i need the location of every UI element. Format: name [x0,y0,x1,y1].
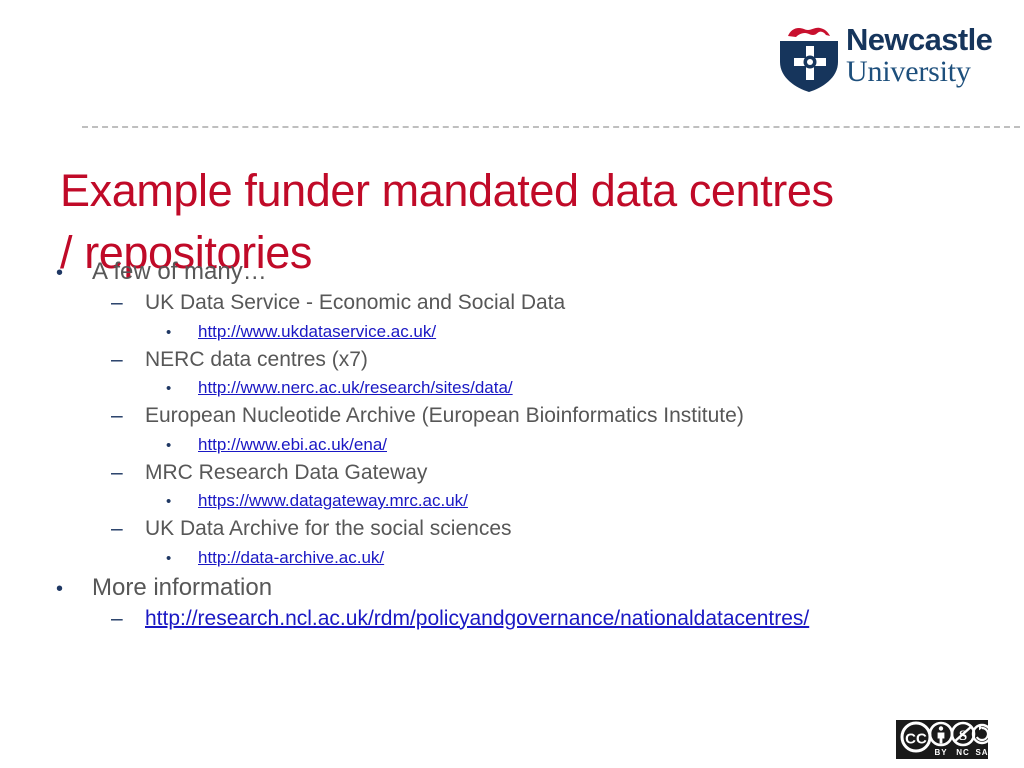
university-shield-icon [778,22,840,94]
hyperlink[interactable]: http://www.ebi.ac.uk/ena/ [198,431,387,458]
dot-bullet-icon: • [166,323,172,341]
dash-bullet-icon: – [111,460,123,484]
svg-text:NC: NC [956,748,970,757]
list-item: – European Nucleotide Archive (European B… [56,402,996,431]
newcastle-university-logo: Newcastle University [778,22,1000,94]
list-item: – NERC data centres (x7) [56,346,996,375]
svg-text:SA: SA [975,748,988,757]
hyperlink[interactable]: http://research.ncl.ac.uk/rdm/policyandg… [145,605,809,634]
list-item: – UK Data Archive for the social sciences [56,515,996,544]
dot-bullet-icon: • [166,436,172,454]
list-item: • https://www.datagateway.mrc.ac.uk/ [56,487,996,515]
list-item-label: MRC Research Data Gateway [145,460,428,484]
dash-bullet-icon: – [111,404,123,427]
list-item-label: UK Data Archive for the social sciences [145,517,512,540]
dash-bullet-icon: – [111,347,123,371]
dot-bullet-icon: • [56,577,64,600]
title-divider [82,126,1020,128]
dot-bullet-icon: • [166,380,172,397]
list-item: • http://www.ebi.ac.uk/ena/ [56,431,996,459]
list-item: – MRC Research Data Gateway [56,459,996,488]
list-item-label: UK Data Service - Economic and Social Da… [145,291,566,314]
wordmark-line-newcastle: Newcastle [846,22,993,57]
university-wordmark: Newcastle University [846,22,993,88]
dot-bullet-icon: • [166,493,172,510]
wordmark-line-university: University [846,55,971,88]
list-item-label: A few of many… [92,258,267,285]
dash-bullet-icon: – [111,291,123,314]
dot-bullet-icon: • [166,549,172,567]
list-item-label: NERC data centres (x7) [145,347,368,371]
hyperlink[interactable]: http://data-archive.ac.uk/ [198,544,384,571]
list-item: • A few of many… [56,256,996,289]
creative-commons-license-badge: CC S BY NC SA [893,717,991,762]
svg-text:BY: BY [934,748,947,757]
list-item: • http://www.nerc.ac.uk/research/sites/da… [56,374,996,402]
svg-text:CC: CC [905,731,927,748]
list-item: – UK Data Service - Economic and Social D… [56,289,996,318]
list-item: • http://data-archive.ac.uk/ [56,544,996,572]
list-item: – http://research.ncl.ac.uk/rdm/policyand… [56,605,996,634]
slide-body-list: • A few of many… – UK Data Service - Econom… [56,256,996,633]
list-item: • More information [56,572,996,605]
dash-bullet-icon: – [111,517,123,540]
hyperlink[interactable]: http://www.ukdataservice.ac.uk/ [198,318,436,345]
list-item-label: European Nucleotide Archive (European Bi… [145,404,744,427]
list-item: • http://www.ukdataservice.ac.uk/ [56,318,996,346]
dot-bullet-icon: • [56,262,64,284]
hyperlink[interactable]: http://www.nerc.ac.uk/research/sites/dat… [198,374,513,401]
list-item-label: More information [92,573,273,601]
dash-bullet-icon: – [111,606,123,630]
hyperlink[interactable]: https://www.datagateway.mrc.ac.uk/ [198,487,468,514]
